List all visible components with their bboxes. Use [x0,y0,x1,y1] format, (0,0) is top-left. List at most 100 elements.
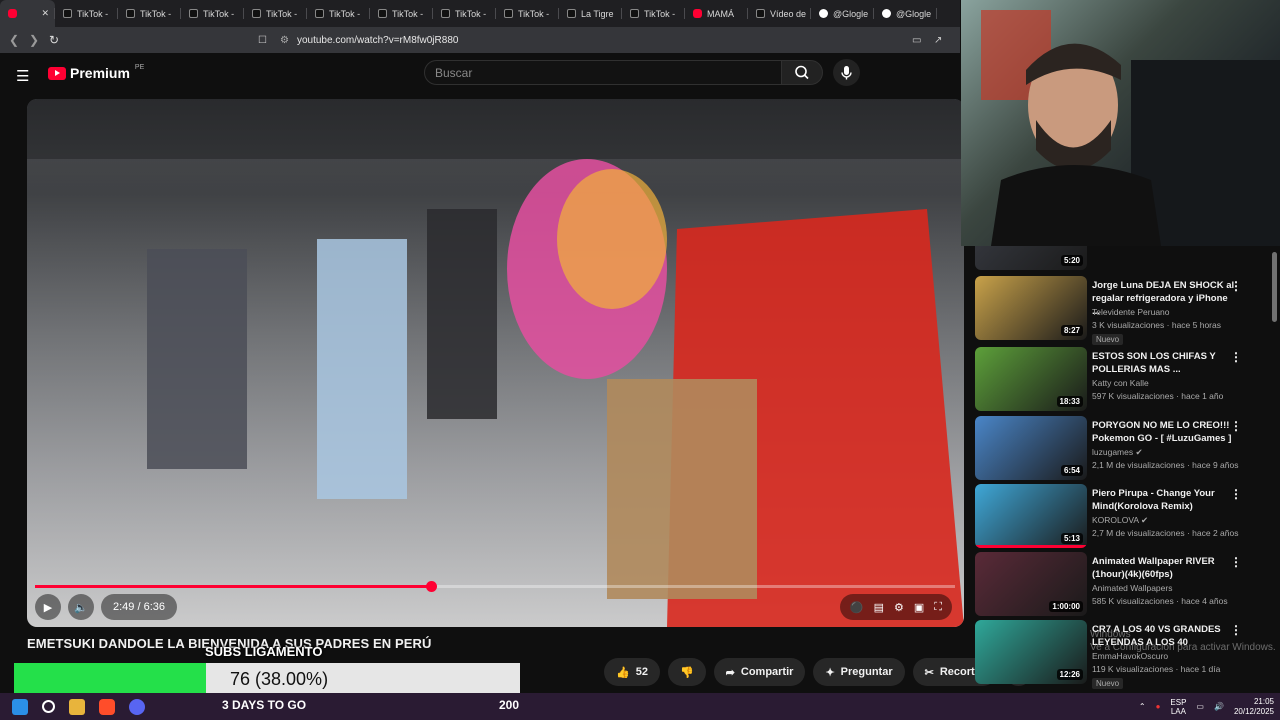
browser-tab[interactable]: TikTok - [433,0,496,27]
progress-fill [35,585,431,588]
webcam-feed [961,0,1280,246]
recommendation-item[interactable]: 5:2033 K visualizaciones · hace 7 meses [975,246,1272,270]
search-input[interactable]: Buscar [424,60,782,85]
system-tray: ⌃ ● ESP LAA ▭ 🔊 21:05 20/12/2025 [1139,693,1274,720]
cast-icon[interactable]: ▭ [912,35,921,46]
video-thumbnail[interactable]: 5:20 [975,246,1087,270]
share-label: Compartir [740,666,794,678]
video-thumbnail[interactable]: 8:27 [975,276,1087,340]
search-taskbar-icon[interactable] [42,700,55,713]
site-info-icon[interactable]: ⚙ [280,35,289,46]
browser-tab[interactable]: ✕ [0,0,55,27]
share-button[interactable]: ➦ Compartir [713,658,806,686]
more-options-icon[interactable]: ⋮ [1230,350,1242,364]
duration-badge: 12:26 [1056,669,1083,680]
browser-tab[interactable]: @Glogle [811,0,874,27]
video-thumbnail[interactable]: 6:54 [975,416,1087,480]
duration-badge: 5:13 [1060,533,1083,544]
discord-icon[interactable] [129,698,145,715]
subtitles-icon[interactable]: ▤ [874,601,884,614]
channel-name[interactable]: Katty con Kalle [1092,378,1149,388]
share-icon[interactable]: ↗ [934,35,942,46]
recommendation-item[interactable]: 1:00:00 Animated Wallpaper RIVER (1hour)(… [975,552,1272,616]
back-icon[interactable]: ❮ [4,33,24,47]
tray-chevron-icon[interactable]: ⌃ [1139,702,1146,711]
video-thumbnail[interactable]: 18:33 [975,347,1087,411]
search-button[interactable] [781,60,823,85]
recommendation-item[interactable]: 18:33 ESTOS SON LOS CHIFAS Y POLLERIAS MA… [975,347,1272,411]
video-thumbnail[interactable]: 12:26 [975,620,1087,684]
browser-tab[interactable]: MAMÁ [685,0,748,27]
tiktok-icon [441,9,450,18]
speaker-icon[interactable]: 🔊 [1214,702,1224,711]
browser-tab[interactable]: TikTok - [244,0,307,27]
volume-icon[interactable]: 🔈 [68,594,94,620]
tiktok-icon [126,9,135,18]
like-button[interactable]: 👍 52 [604,658,660,686]
channel-name[interactable]: Televidente Peruano [1092,307,1170,317]
duration-badge: 6:54 [1060,465,1083,476]
windows-start-icon[interactable] [12,698,28,715]
recommendation-title[interactable]: PORYGON NO ME LO CREO!!! Pokemon GO - [ … [1092,419,1237,445]
video-player[interactable]: ▶ 🔈 2:49 / 6:36 ⚫ ▤ ⚙ ▣ ⛶ [27,99,964,627]
browser-tab[interactable]: TikTok - [307,0,370,27]
recommendation-item[interactable]: 6:54 PORYGON NO ME LO CREO!!! Pokemon GO … [975,416,1272,480]
autoplay-toggle-icon[interactable]: ⚫ [850,601,864,614]
dislike-button[interactable]: 👎 [667,658,706,686]
play-button[interactable]: ▶ [35,594,61,620]
fullscreen-icon[interactable]: ⛶ [934,601,942,614]
new-badge: Nuevo [1092,334,1124,345]
miniplayer-icon[interactable]: ▣ [914,601,924,614]
channel-name[interactable]: luzugames ✔ [1092,447,1143,458]
youtube-logo[interactable]: Premium PE [48,64,144,81]
browser-tab[interactable]: TikTok - [55,0,118,27]
more-options-icon[interactable]: ⋮ [1230,555,1242,569]
channel-name[interactable]: KOROLOVA ✔ [1092,515,1148,526]
tab-label: TikTok - [644,8,676,19]
menu-icon[interactable]: ☰ [16,67,29,85]
forward-icon[interactable]: ❯ [24,33,44,47]
browser-tab[interactable]: TikTok - [496,0,559,27]
settings-icon[interactable]: ⚙ [894,601,904,614]
browser-tab[interactable]: TikTok - [622,0,685,27]
recommendation-title[interactable]: Piero Pirupa - Change Your Mind(Korolova… [1092,487,1237,513]
browser-tab[interactable]: TikTok - [181,0,244,27]
windows-taskbar [0,693,1280,720]
tray-app-icon[interactable]: ● [1156,702,1161,711]
google-icon [882,9,891,18]
bookmark-icon[interactable]: ☐ [258,35,267,46]
browser-tab[interactable]: TikTok - [118,0,181,27]
more-options-icon[interactable]: ⋮ [1230,279,1242,293]
clock[interactable]: 21:05 20/12/2025 [1234,697,1274,717]
browser-tab[interactable]: Vídeo de [748,0,811,27]
tab-label: La Tigre [581,8,614,19]
duration-badge: 8:27 [1060,325,1083,336]
reload-icon[interactable]: ↻ [44,33,64,47]
progress-bar[interactable] [35,581,955,592]
duration-badge: 5:20 [1060,255,1083,266]
ask-button[interactable]: ✦ Preguntar [813,658,905,686]
recommendation-item[interactable]: 8:27 Jorge Luna DEJA EN SHOCK al regalar … [975,276,1272,345]
tab-label: TikTok - [266,8,298,19]
recommendation-title[interactable]: ESTOS SON LOS CHIFAS Y POLLERIAS MAS ... [1092,350,1237,376]
channel-name[interactable]: Animated Wallpapers [1092,583,1172,593]
close-tab-icon[interactable]: ✕ [41,8,49,19]
sidebar-scrollbar[interactable] [1272,252,1277,322]
recommendation-title[interactable]: Animated Wallpaper RIVER (1hour)(4k)(60f… [1092,555,1237,581]
voice-search-button[interactable] [833,59,860,86]
more-options-icon[interactable]: ⋮ [1230,487,1242,501]
brave-browser-icon[interactable] [99,698,115,715]
video-thumbnail[interactable]: 5:13 [975,484,1087,548]
browser-tab[interactable]: La Tigre [559,0,622,27]
browser-tab[interactable]: @Glogle [874,0,937,27]
browser-tab[interactable]: TikTok - [370,0,433,27]
clock-date: 20/12/2025 [1233,706,1274,716]
more-options-icon[interactable]: ⋮ [1230,419,1242,433]
url-field[interactable]: ☐ ⚙ youtube.com/watch?v=rM8fw0jR880 [258,31,900,49]
language-indicator[interactable]: ESP LAA [1170,698,1186,716]
recommendation-item[interactable]: 5:13 Piero Pirupa - Change Your Mind(Koro… [975,484,1272,548]
progress-scrubber[interactable] [425,581,437,592]
file-explorer-icon[interactable] [69,698,85,715]
video-thumbnail[interactable]: 1:00:00 [975,552,1087,616]
network-icon[interactable]: ▭ [1196,702,1204,711]
